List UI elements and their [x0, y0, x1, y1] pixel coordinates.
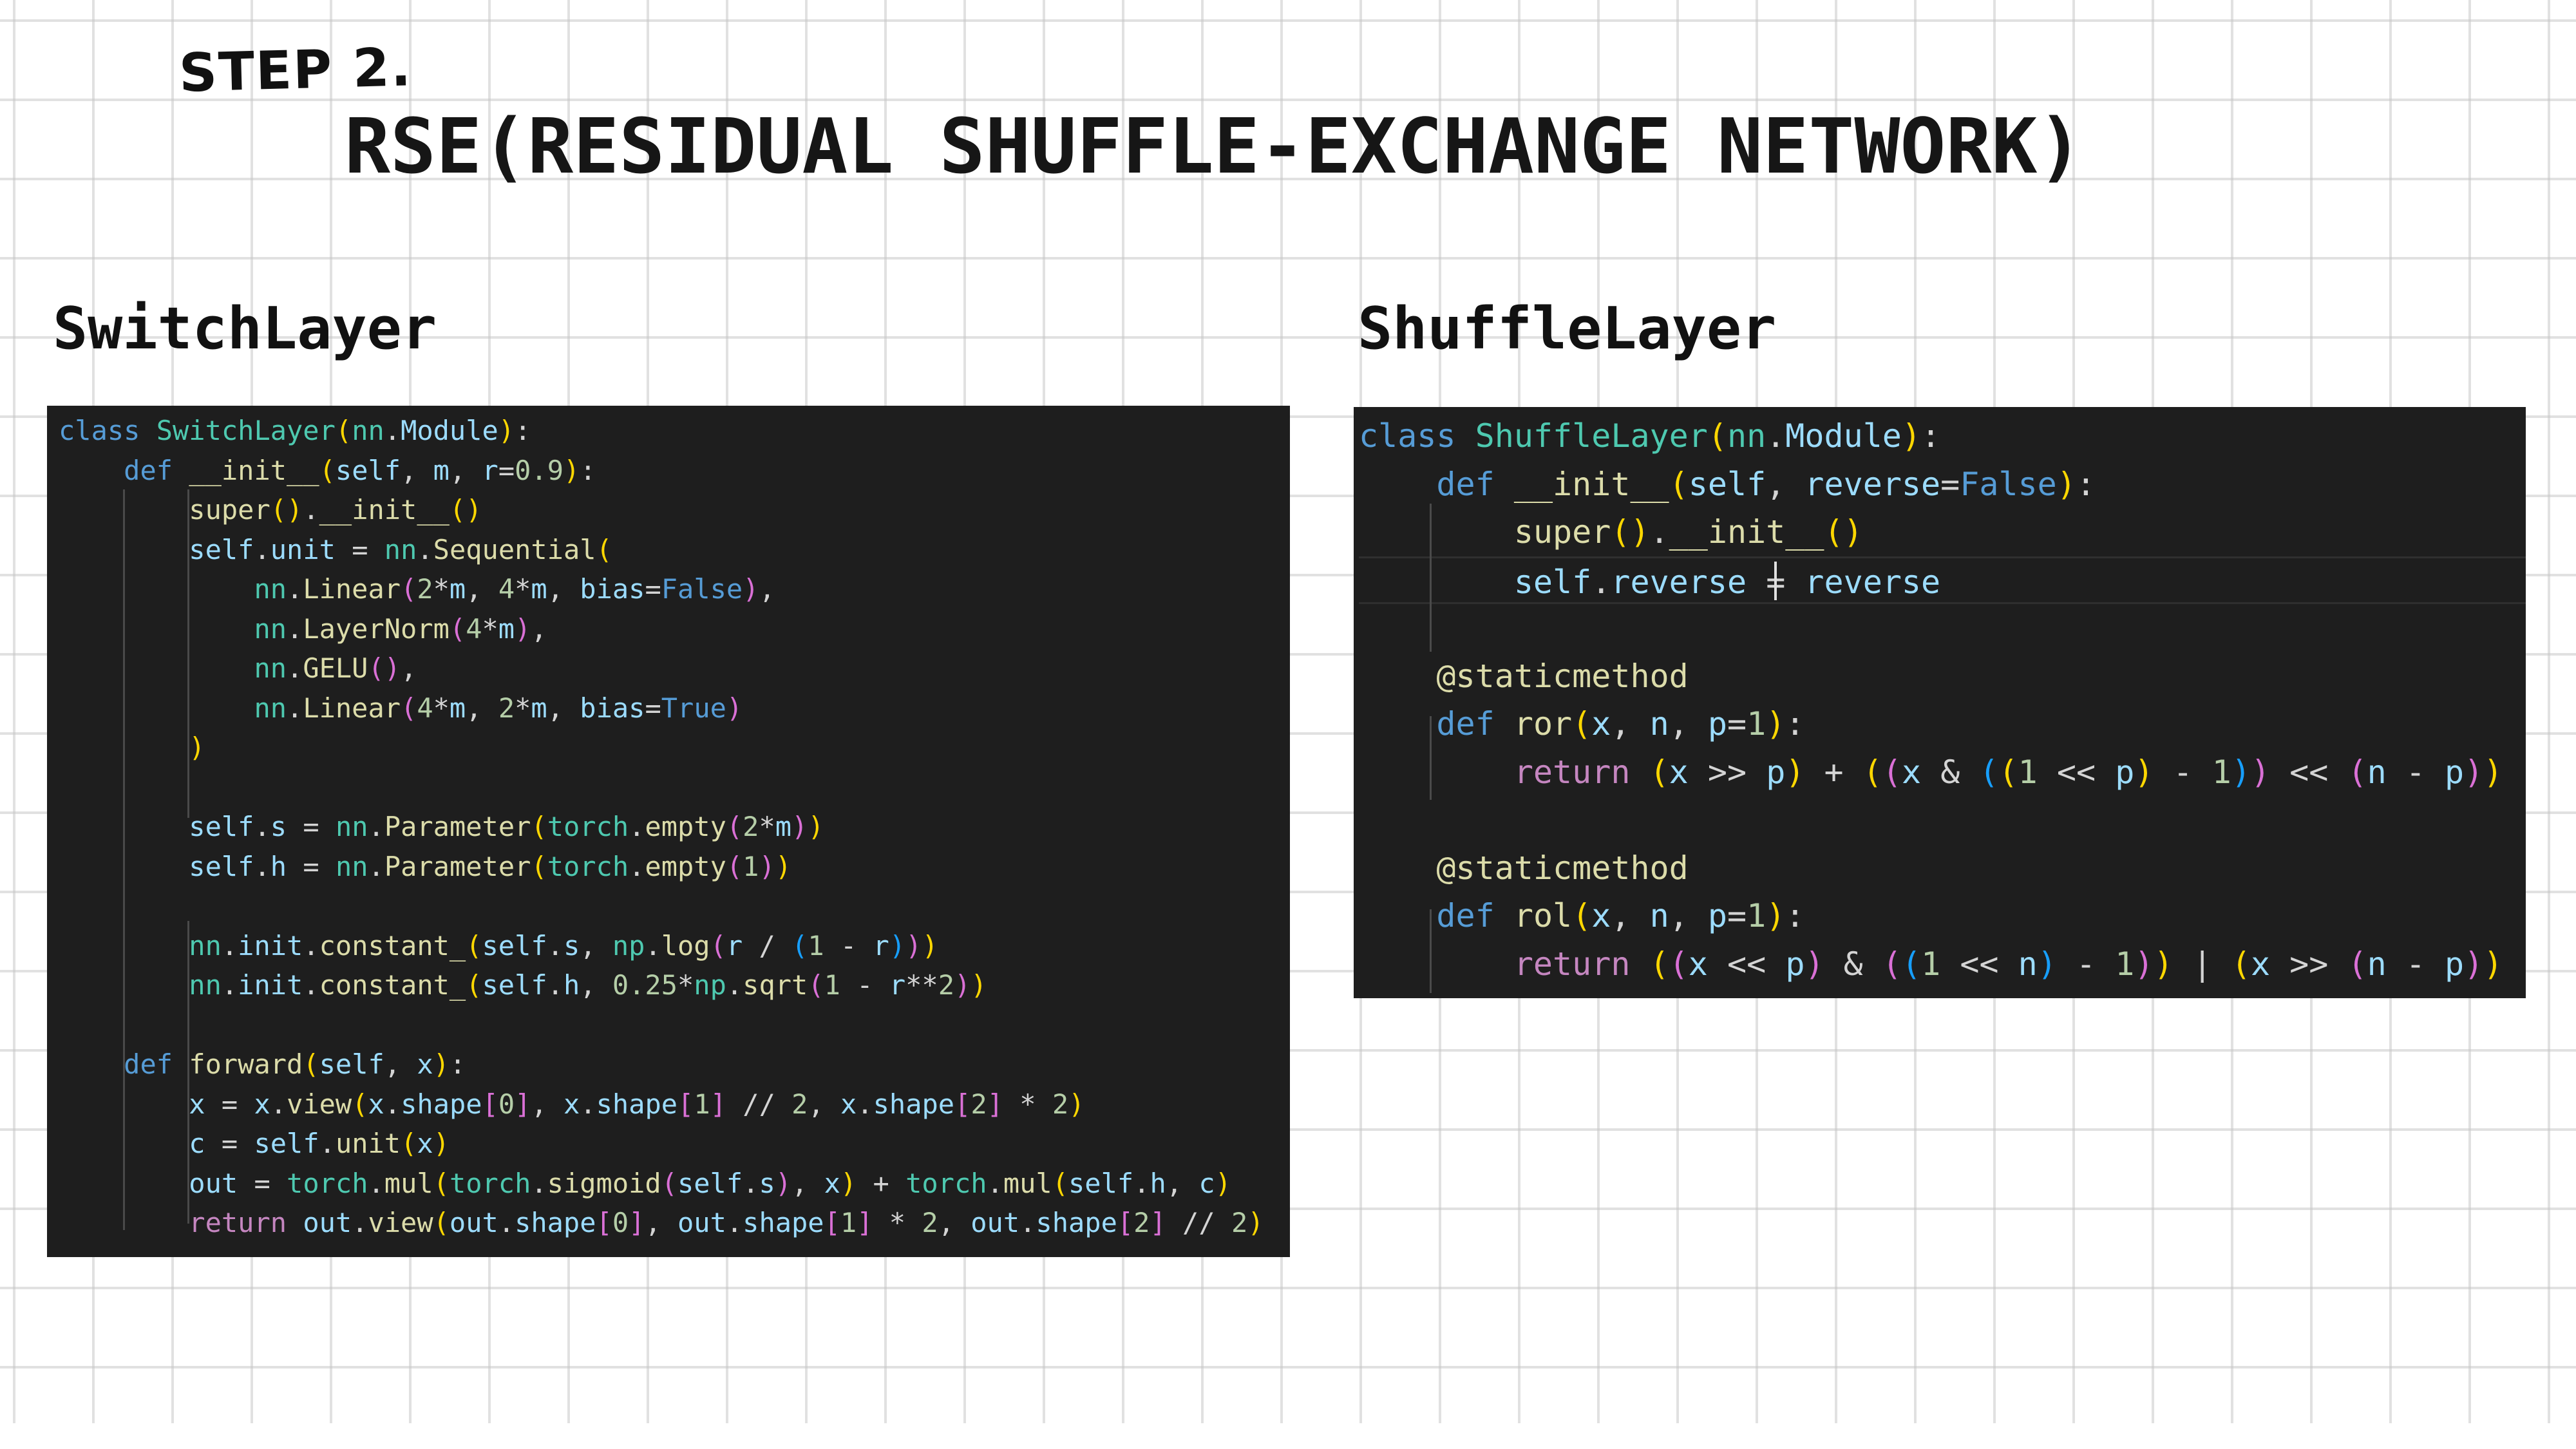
switch-code-line[interactable]: ​	[59, 768, 1290, 808]
switch-code-line[interactable]: nn.GELU(),	[59, 649, 1290, 688]
switch-layer-code-panel: class SwitchLayer(nn.Module): def __init…	[47, 406, 1290, 1257]
switch-code-line[interactable]: nn.init.constant_(self.s, np.log(r / (1 …	[59, 926, 1290, 966]
shuffle-code-line[interactable]: ​	[1359, 796, 2526, 844]
shuffle-layer-heading: ShuffleLayer	[1358, 295, 1777, 363]
shuffle-code-line[interactable]: def __init__(self, reverse=False):	[1359, 460, 2526, 509]
paper-bottom-edge	[0, 1423, 2576, 1449]
switch-code-line[interactable]: nn.Linear(4*m, 2*m, bias=True)	[59, 688, 1290, 728]
switch-code-line[interactable]: def forward(self, x):	[59, 1045, 1290, 1084]
shuffle-code-line[interactable]: @staticmethod	[1359, 844, 2526, 893]
shuffle-code-line[interactable]: self.reverse = reverse	[1359, 556, 2526, 604]
switch-code-line[interactable]: self.s = nn.Parameter(torch.empty(2*m))	[59, 807, 1290, 847]
switch-layer-heading: SwitchLayer	[53, 295, 437, 363]
shuffle-layer-code-panel: class ShuffleLayer(nn.Module): def __ini…	[1354, 407, 2526, 998]
switch-code-line[interactable]: self.unit = nn.Sequential(	[59, 530, 1290, 570]
shuffle-code-line[interactable]: def ror(x, n, p=1):	[1359, 700, 2526, 748]
switch-code-line[interactable]: super().__init__()	[59, 490, 1290, 530]
switch-code-line[interactable]: ​	[59, 886, 1290, 926]
page-title: RSE(RESIDUAL SHUFFLE-EXCHANGE NETWORK)	[345, 102, 2083, 191]
switch-code-line[interactable]: nn.LayerNorm(4*m),	[59, 609, 1290, 649]
indent-guide	[1430, 716, 1432, 800]
switch-code-line[interactable]: self.h = nn.Parameter(torch.empty(1))	[59, 847, 1290, 887]
switch-code-line[interactable]: c = self.unit(x)	[59, 1124, 1290, 1164]
indent-guide	[187, 921, 189, 1224]
shuffle-code-line[interactable]: @staticmethod	[1359, 652, 2526, 701]
shuffle-code-line[interactable]: class ShuffleLayer(nn.Module):	[1359, 412, 2526, 460]
switch-code-line[interactable]: nn.init.constant_(self.h, 0.25*np.sqrt(1…	[59, 965, 1290, 1005]
text-cursor	[1774, 562, 1777, 600]
shuffle-code-line[interactable]: super().__init__()	[1359, 508, 2526, 556]
indent-guide	[123, 489, 125, 1230]
switch-code-line[interactable]: class SwitchLayer(nn.Module):	[59, 411, 1290, 451]
switch-code-line[interactable]: def __init__(self, m, r=0.9):	[59, 451, 1290, 491]
indent-guide	[187, 489, 189, 818]
switch-code-line[interactable]: return out.view(out.shape[0], out.shape[…	[59, 1203, 1290, 1243]
indent-guide	[1430, 504, 1432, 652]
shuffle-code-line[interactable]: ​	[1359, 604, 2526, 652]
shuffle-code-line[interactable]: return (x >> p) + ((x & ((1 << p) - 1)) …	[1359, 748, 2526, 797]
switch-code-line[interactable]: ​	[59, 1005, 1290, 1045]
shuffle-code-line[interactable]: def rol(x, n, p=1):	[1359, 892, 2526, 940]
step-label: STEP 2.	[178, 37, 413, 104]
indent-guide	[1430, 909, 1432, 993]
switch-code-line[interactable]: out = torch.mul(torch.sigmoid(self.s), x…	[59, 1164, 1290, 1204]
shuffle-code-line[interactable]: return ((x << p) & ((1 << n) - 1)) | (x …	[1359, 940, 2526, 989]
switch-code-line[interactable]: )	[59, 728, 1290, 768]
switch-code-line[interactable]: nn.Linear(2*m, 4*m, bias=False),	[59, 569, 1290, 609]
switch-code-line[interactable]: x = x.view(x.shape[0], x.shape[1] // 2, …	[59, 1084, 1290, 1124]
